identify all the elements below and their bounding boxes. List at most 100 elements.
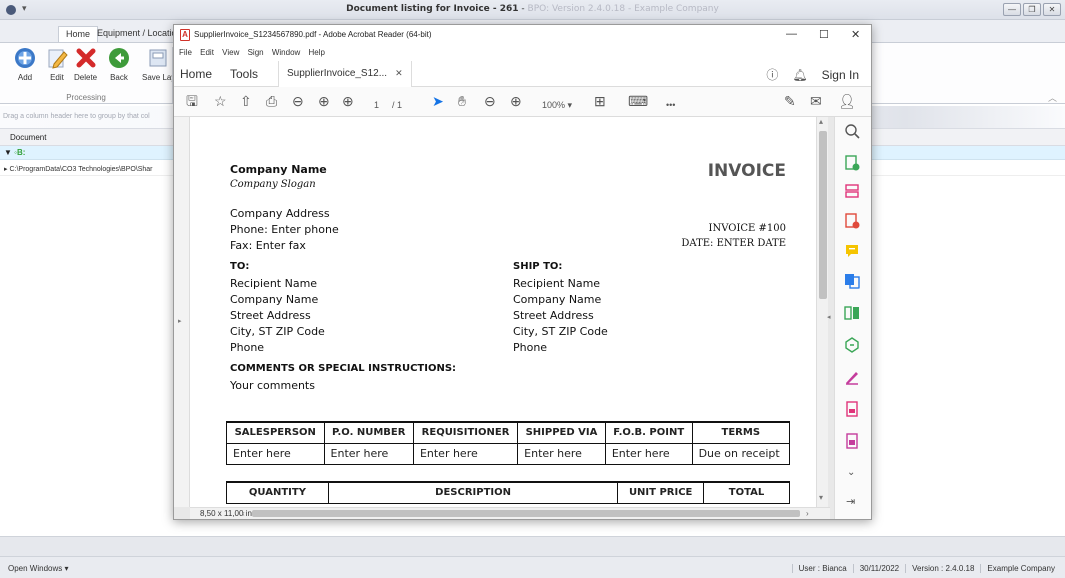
acrobat-toolbar: 🖫︎ ☆ ⇧ ⎙ ⊖ ⊕ ⊕ 1 / 1 ➤ ✋︎ ⊖ ⊕ 100% ▾ ⊞ ⌨… [174, 87, 871, 117]
header-fob-point: F.O.B. POINT [604, 421, 693, 444]
close-tab-icon[interactable]: ✕ [395, 68, 403, 78]
header-description: DESCRIPTION [327, 481, 619, 504]
menu-sign[interactable]: Sign [248, 48, 264, 57]
tab-home[interactable]: Home [180, 67, 212, 81]
to-phone: Phone [230, 341, 265, 354]
ship-company: Company Name [513, 293, 602, 306]
edit-button[interactable]: Edit [46, 47, 68, 82]
print-icon[interactable]: ⎙ [266, 93, 277, 109]
menu-help[interactable]: Help [309, 48, 325, 57]
compare-files-icon[interactable] [844, 305, 860, 321]
zoom-out-icon[interactable]: ⊖ [484, 93, 496, 109]
cell-fob-point: Enter here [604, 442, 693, 465]
keyboard-icon[interactable]: ⌨ [628, 93, 648, 109]
scroll-right-icon[interactable]: › [806, 509, 809, 518]
hand-tool-icon[interactable]: ✋︎ [458, 93, 466, 109]
ship-to-label: SHIP TO: [513, 261, 563, 272]
scroll-down-icon[interactable]: ▾ [819, 493, 823, 502]
collapse-tools-pane-icon[interactable]: ⇥ [846, 495, 855, 508]
zoom-in-icon[interactable]: ⊕ [510, 93, 522, 109]
header-quantity: QUANTITY [226, 481, 329, 504]
acrobat-document-area: ▸ Company Name Company Slogan INVOICE Co… [174, 117, 871, 519]
invoice-number: INVOICE #100 [708, 223, 787, 234]
back-button[interactable]: Back [108, 47, 130, 82]
close-icon[interactable]: ✕ [851, 28, 860, 41]
menu-view[interactable]: View [222, 48, 239, 57]
left-pane-toggle[interactable]: ▸ [174, 117, 190, 507]
add-icon [15, 48, 35, 68]
compress-pdf-icon[interactable] [844, 337, 860, 353]
minimize-icon[interactable]: — [786, 28, 797, 40]
comments-text: Your comments [230, 379, 315, 392]
scroll-up-icon[interactable]: ▴ [819, 117, 823, 126]
enhance-scan-icon[interactable] [844, 123, 860, 139]
horizontal-scrollbar[interactable]: 8,50 x 11,00 in ‹ › [190, 507, 830, 519]
horizontal-scroll-thumb[interactable] [252, 510, 800, 517]
select-cursor-icon[interactable]: ➤ [432, 93, 444, 109]
expand-left-icon[interactable]: ▸ [178, 317, 182, 325]
acrobat-window-title: SupplierInvoice_S1234567890.pdf - Adobe … [194, 30, 432, 39]
bottom-panel [0, 536, 1065, 556]
scroll-left-icon[interactable]: ‹ [242, 509, 245, 518]
find-zoom-icon[interactable]: ⊖ [292, 93, 304, 109]
ship-city: City, ST ZIP Code [513, 325, 608, 338]
add-button[interactable]: Add [14, 47, 36, 82]
tab-tools[interactable]: Tools [230, 67, 258, 81]
add-user-icon[interactable]: 👤︎ [838, 93, 856, 109]
protect-pdf-icon[interactable] [844, 433, 860, 449]
open-windows-button[interactable]: Open Windows ▾ [8, 564, 68, 573]
menu-window[interactable]: Window [272, 48, 300, 57]
close-icon[interactable]: ✕ [1043, 3, 1061, 16]
to-city: City, ST ZIP Code [230, 325, 325, 338]
create-pdf-icon[interactable] [844, 213, 860, 229]
comment-icon[interactable] [844, 243, 860, 259]
combine-files-icon[interactable] [844, 273, 860, 289]
vertical-scroll-thumb[interactable] [819, 131, 827, 299]
bookmark-star-icon[interactable]: ☆ [214, 93, 227, 109]
invoice-title: INVOICE [707, 161, 786, 181]
previous-page-icon[interactable]: ⊕ [318, 93, 330, 109]
export-pdf-icon[interactable] [844, 155, 860, 171]
notification-bell-icon[interactable]: 🔔︎ [792, 68, 807, 82]
status-company: Example Company [980, 564, 1061, 573]
delete-button[interactable]: Delete [74, 47, 97, 82]
save-icon[interactable]: 🖫︎ [186, 93, 198, 109]
document-path: C:\ProgramData\CO3 Technologies\BPO\Shar [9, 166, 153, 173]
to-recipient: Recipient Name [230, 277, 318, 290]
ribbon-collapse-icon[interactable]: ︿ [1048, 91, 1057, 104]
cell-terms: Due on receipt [691, 442, 791, 465]
edit-pdf-icon[interactable] [844, 401, 860, 417]
minimize-icon[interactable]: — [1003, 3, 1021, 16]
collapse-right-icon[interactable]: ◂ [827, 313, 831, 321]
page-number-input[interactable]: 1 [374, 97, 379, 113]
header-terms: TERMS [691, 421, 791, 444]
to-label: TO: [230, 261, 250, 272]
upload-share-icon[interactable]: ⇧ [240, 93, 252, 109]
acrobat-menu-bar: File Edit View Sign Window Help [174, 45, 871, 61]
sign-pen-icon[interactable]: ✎ [784, 93, 796, 109]
next-page-icon[interactable]: ⊕ [342, 93, 354, 109]
more-tools-icon[interactable]: ••• [666, 97, 675, 113]
menu-file[interactable]: File [179, 48, 192, 57]
tab-document[interactable]: SupplierInvoice_S12... ✕ [278, 61, 412, 87]
zoom-level-dropdown[interactable]: 100% ▾ [542, 97, 572, 113]
acrobat-window: A SupplierInvoice_S1234567890.pdf - Adob… [173, 24, 872, 520]
sign-in-button[interactable]: Sign In [822, 68, 859, 82]
help-icon[interactable]: ⓘ [766, 66, 778, 83]
tools-pane: ⌄ ⇥ [834, 117, 871, 519]
organize-pages-icon[interactable] [844, 183, 860, 199]
vertical-scrollbar[interactable]: ▴ ▾ [816, 117, 828, 507]
page-fit-icon[interactable]: ⊞ [594, 93, 606, 109]
maximize-icon[interactable]: ☐ [819, 28, 829, 41]
more-tools-chevron-icon[interactable]: ⌄ [847, 467, 855, 478]
cell-po-number: Enter here [323, 442, 414, 465]
save-layout-button[interactable]: Save Lay [142, 47, 172, 82]
fill-sign-icon[interactable] [844, 369, 860, 385]
row-expand-icon[interactable]: ▸ [4, 166, 8, 173]
restore-icon[interactable]: ❐ [1023, 3, 1041, 16]
email-icon[interactable]: ✉ [810, 93, 822, 109]
ship-street: Street Address [513, 309, 594, 322]
back-arrow-icon [109, 48, 129, 68]
menu-edit[interactable]: Edit [200, 48, 214, 57]
to-street: Street Address [230, 309, 311, 322]
